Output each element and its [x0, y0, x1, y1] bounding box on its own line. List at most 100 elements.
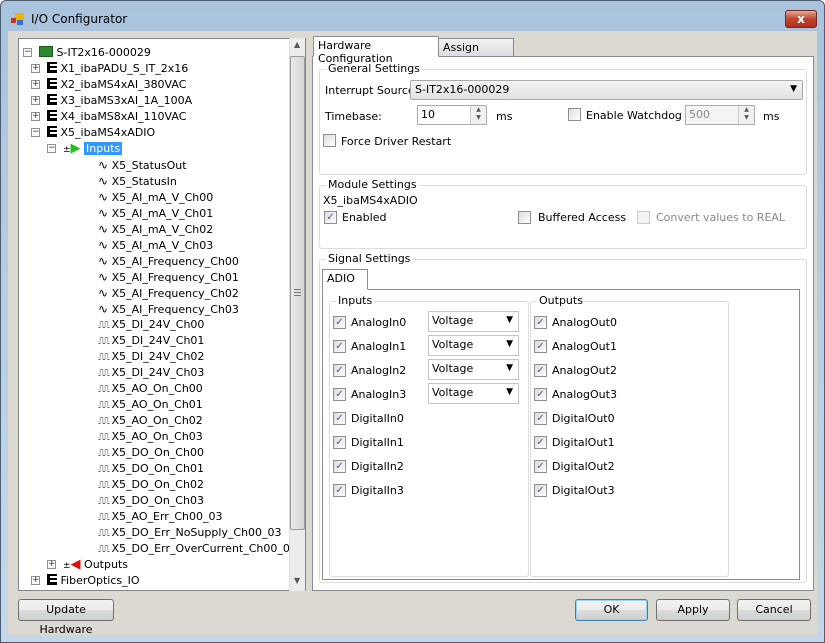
ok-button[interactable]: OK [575, 599, 648, 621]
tree-item[interactable]: + FiberOptics_IO [31, 573, 140, 589]
tree-item-label: X5_AO_On_Ch03 [111, 430, 203, 443]
tree-item-label: X5_DI_24V_Ch02 [111, 350, 205, 363]
tree-item[interactable]: + X2_ibaMS4xAI_380VAC [31, 77, 187, 93]
outputs-checkbox[interactable]: ✓ [534, 340, 547, 353]
inputs-checkbox[interactable]: ✓ [333, 460, 346, 473]
analog-signal-icon: ∿ [98, 238, 109, 252]
update-hardware-button[interactable]: Update Hardware [18, 599, 114, 636]
tab-adio[interactable]: ADIO [322, 269, 368, 290]
scroll-up-icon[interactable]: ▲ [294, 40, 300, 49]
expand-icon[interactable]: + [31, 576, 40, 585]
signal-mode-select[interactable]: Voltage ▼ [428, 311, 519, 332]
expand-icon[interactable]: + [31, 96, 40, 105]
interrupt-source-select[interactable]: S-IT2x16-000029 ▼ [410, 80, 803, 100]
tree-item[interactable]: ⎍⎍ X5_AO_Err_Ch00_03 [98, 509, 222, 525]
close-button[interactable]: x [785, 10, 817, 28]
inputs-checkbox[interactable]: ✓ [333, 340, 346, 353]
outputs-checkbox[interactable]: ✓ [534, 484, 547, 497]
tree-item[interactable]: ∿ X5_StatusOut [98, 157, 187, 173]
outputs-checkbox[interactable]: ✓ [534, 460, 547, 473]
signal-mode-select[interactable]: Voltage ▼ [428, 383, 519, 404]
chevron-down-icon: ▼ [790, 84, 797, 94]
expand-icon[interactable]: + [31, 64, 40, 73]
tree-item[interactable]: + X1_ibaPADU_S_IT_2x16 [31, 61, 189, 77]
expand-icon[interactable]: + [31, 112, 40, 121]
inputs-label: AnalogIn3 [351, 388, 407, 401]
enabled-checkbox[interactable]: ✓ [324, 211, 337, 224]
enabled-label: Enabled [342, 211, 387, 224]
module-settings-title: Module Settings [326, 178, 419, 191]
outputs-checkbox[interactable]: ✓ [534, 316, 547, 329]
tree-item[interactable]: ⎍⎍ X5_DO_Err_NoSupply_Ch00_03 [98, 525, 282, 541]
tree-scroll-thumb[interactable] [290, 56, 305, 530]
tree-item-label: X2_ibaMS4xAI_380VAC [60, 78, 187, 91]
tree-item[interactable]: ⎍⎍ X5_AO_On_Ch03 [98, 429, 203, 445]
outputs-checkbox[interactable]: ✓ [534, 364, 547, 377]
inputs-checkbox[interactable]: ✓ [333, 316, 346, 329]
tree-item[interactable]: ∿ X5_AI_Frequency_Ch01 [98, 269, 239, 285]
tree-item[interactable]: ∿ X5_StatusIn [98, 173, 177, 189]
tree-item[interactable]: ∿ X5_AI_mA_V_Ch01 [98, 205, 213, 221]
adio-panel: Inputs ✓ AnalogIn0 Voltage ▼ ✓ AnalogIn1 Volta… [322, 289, 800, 580]
tree-item[interactable]: − ±▶ Inputs [47, 141, 123, 157]
tree-item[interactable]: + ±◀ Outputs [47, 557, 128, 573]
signal-mode-select[interactable]: Voltage ▼ [428, 359, 519, 380]
inputs-checkbox[interactable]: ✓ [333, 412, 346, 425]
scroll-down-icon[interactable]: ▼ [294, 576, 300, 585]
tree-item[interactable]: ⎍⎍ X5_DI_24V_Ch01 [98, 333, 204, 349]
force-driver-restart-checkbox[interactable] [323, 134, 336, 147]
tree-item[interactable]: ⎍⎍ X5_DI_24V_Ch02 [98, 349, 204, 365]
tree-item[interactable]: ⎍⎍ X5_DI_24V_Ch03 [98, 365, 204, 381]
tab-hardware-configuration[interactable]: Hardware Configuration [313, 36, 439, 65]
collapse-icon[interactable]: − [47, 144, 56, 153]
tree-item[interactable]: ⎍⎍ X5_DO_Err_OverCurrent_Ch00_03 [98, 541, 297, 557]
tree-item[interactable]: ⎍⎍ X5_DO_On_Ch00 [98, 445, 204, 461]
tab-assign-signals[interactable]: Assign Signals [438, 38, 514, 67]
hardware-tree[interactable]: − S-IT2x16-000029 + X1_ibaPADU_S_IT_2x16 +… [18, 38, 306, 591]
tree-item[interactable]: ⎍⎍ X5_DI_24V_Ch00 [98, 317, 204, 333]
tree-item[interactable]: ⎍⎍ X5_DO_On_Ch02 [98, 477, 204, 493]
convert-real-checkbox [637, 211, 650, 224]
timebase-input[interactable]: 10 ▲ ▼ [417, 105, 487, 125]
outputs-checkbox[interactable]: ✓ [534, 388, 547, 401]
tree-item[interactable]: ∿ X5_AI_mA_V_Ch03 [98, 237, 213, 253]
apply-button[interactable]: Apply [656, 599, 730, 621]
tree-item[interactable]: − S-IT2x16-000029 [23, 45, 151, 61]
tree-item-label: X1_ibaPADU_S_IT_2x16 [60, 62, 189, 75]
tree-item[interactable]: + Playback [39, 589, 106, 590]
buffered-access-checkbox[interactable] [518, 211, 531, 224]
timebase-spinner[interactable]: ▲ ▼ [470, 106, 486, 124]
inputs-checkbox[interactable]: ✓ [333, 436, 346, 449]
collapse-icon[interactable]: − [31, 128, 40, 137]
tree-item[interactable]: ⎍⎍ X5_AO_On_Ch00 [98, 381, 203, 397]
tree-item[interactable]: ⎍⎍ X5_AO_On_Ch02 [98, 413, 203, 429]
tree-item[interactable]: ∿ X5_AI_mA_V_Ch02 [98, 221, 213, 237]
collapse-icon[interactable]: − [23, 48, 32, 57]
inputs-checkbox[interactable]: ✓ [333, 484, 346, 497]
tree-item[interactable]: ∿ X5_AI_Frequency_Ch02 [98, 285, 239, 301]
tree-item[interactable]: ∿ X5_AI_mA_V_Ch00 [98, 189, 213, 205]
inputs-checkbox[interactable]: ✓ [333, 388, 346, 401]
inputs-label: AnalogIn0 [351, 316, 407, 329]
signal-mode-select[interactable]: Voltage ▼ [428, 335, 519, 356]
outputs-checkbox[interactable]: ✓ [534, 436, 547, 449]
tree-item[interactable]: ⎍⎍ X5_AO_On_Ch01 [98, 397, 203, 413]
tree-item[interactable]: ⎍⎍ X5_DO_On_Ch01 [98, 461, 204, 477]
tree-item[interactable]: ⎍⎍ X5_DO_On_Ch03 [98, 493, 204, 509]
tree-item-label: X5_AI_Frequency_Ch02 [111, 287, 239, 300]
outputs-checkbox[interactable]: ✓ [534, 412, 547, 425]
enable-watchdog-checkbox[interactable] [568, 108, 581, 121]
inputs-label: AnalogIn1 [351, 340, 407, 353]
tree-item[interactable]: + X3_ibaMS3xAI_1A_100A [31, 93, 192, 109]
expand-icon[interactable]: + [31, 80, 40, 89]
cancel-button[interactable]: Cancel [737, 599, 811, 621]
tree-item[interactable]: + X4_ibaMS8xAI_110VAC [31, 109, 186, 125]
tree-item[interactable]: − X5_ibaMS4xADIO [31, 125, 155, 141]
inputs-checkbox[interactable]: ✓ [333, 364, 346, 377]
tree-item-label: X5_AI_mA_V_Ch03 [111, 239, 214, 252]
chevron-down-icon: ▼ [506, 387, 513, 397]
tree-item[interactable]: ∿ X5_AI_Frequency_Ch03 [98, 301, 239, 317]
timebase-unit: ms [496, 110, 513, 123]
tree-item[interactable]: ∿ X5_AI_Frequency_Ch00 [98, 253, 239, 269]
expand-icon[interactable]: + [47, 560, 56, 569]
